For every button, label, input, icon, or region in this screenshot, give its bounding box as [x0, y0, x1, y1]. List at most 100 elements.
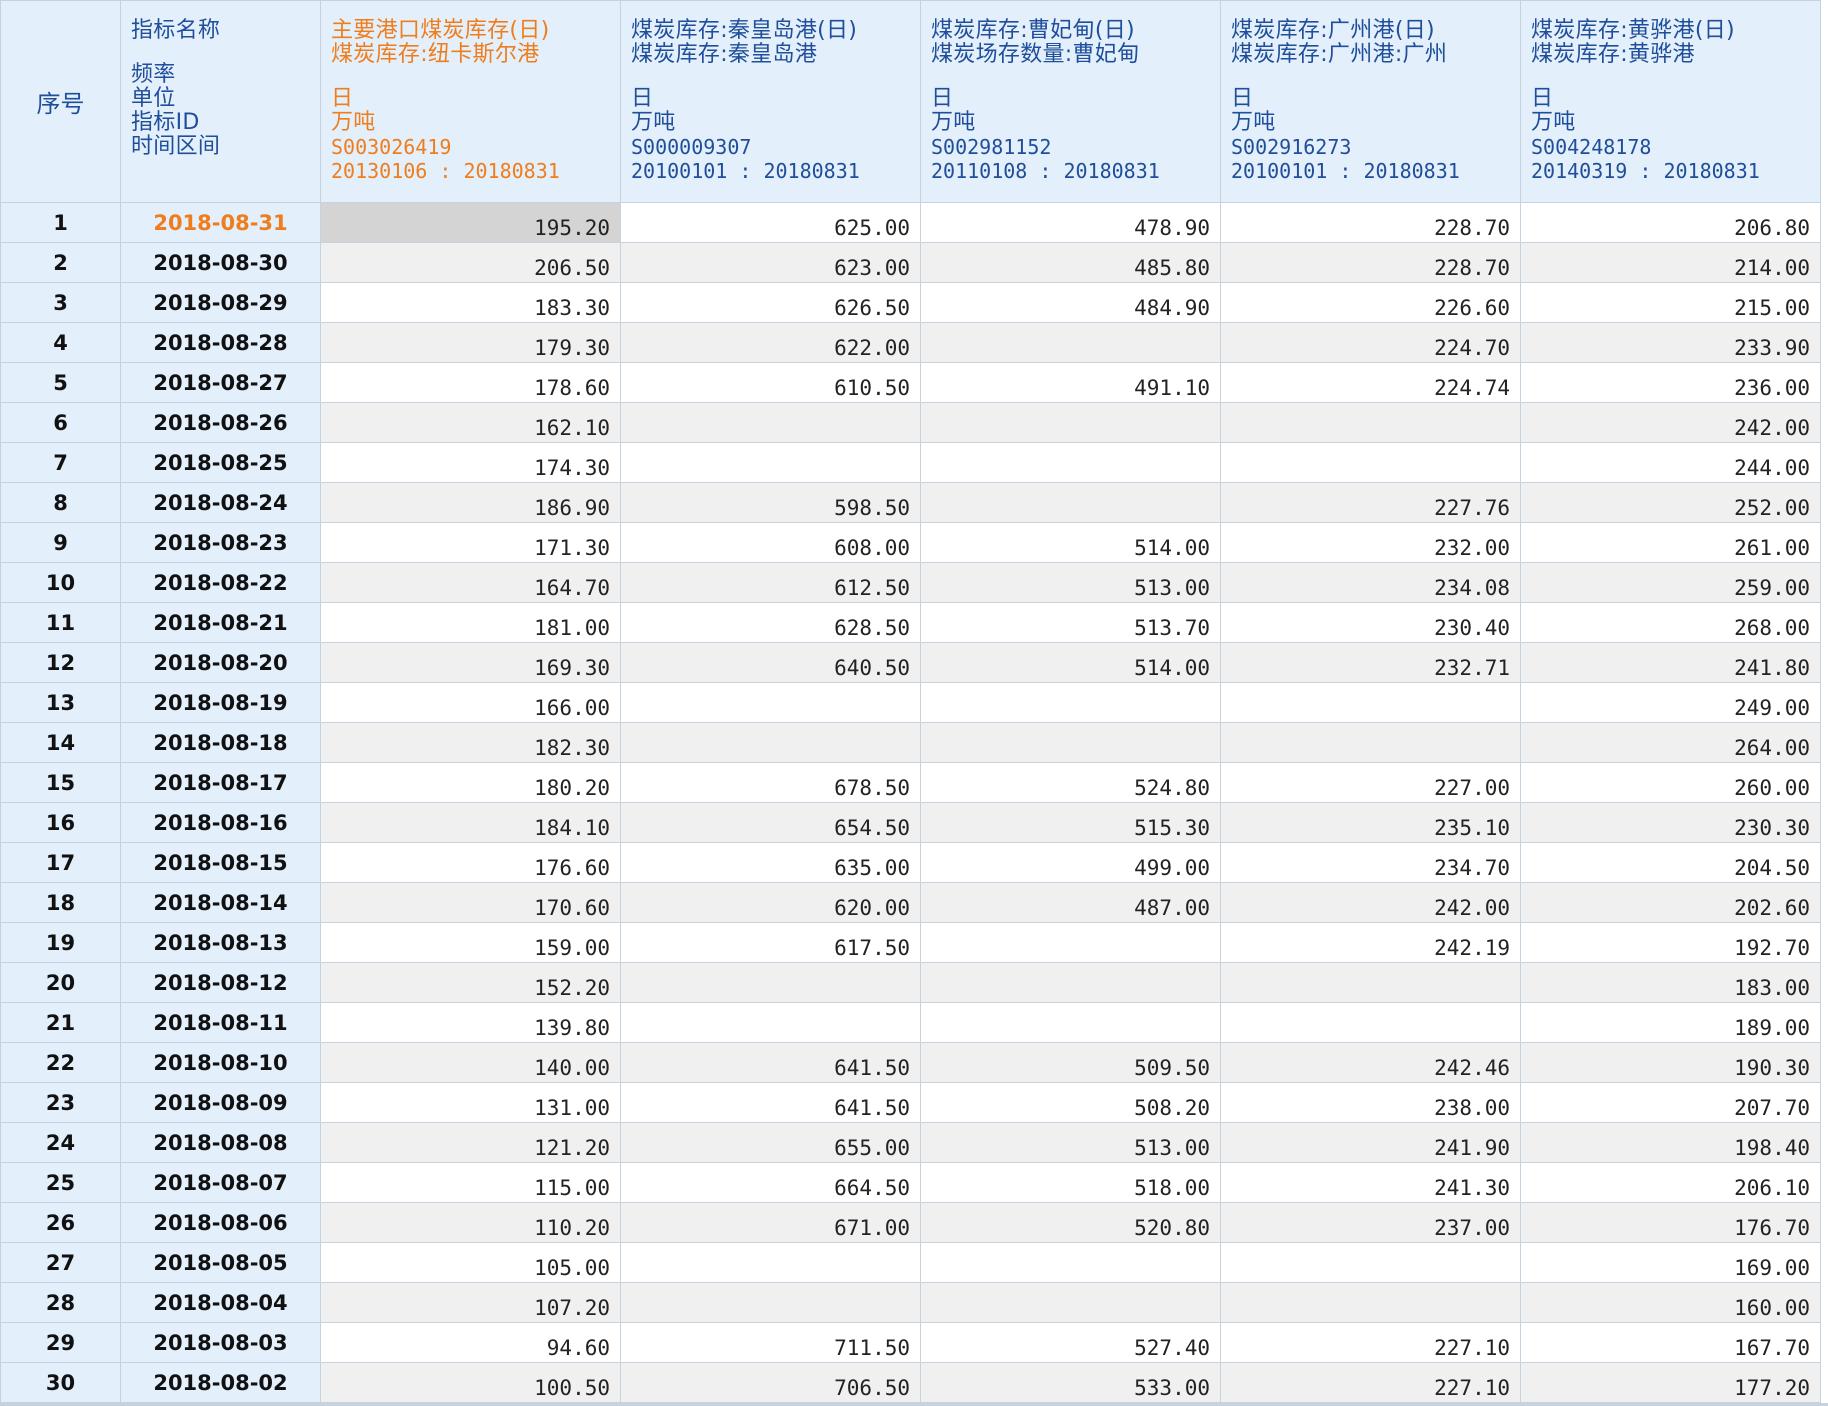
row-number-cell[interactable]: 30	[0, 1362, 121, 1403]
series-column-header[interactable]: 煤炭库存:曹妃甸(日) 煤炭场存数量:曹妃甸日万吨 S002981152 201101…	[920, 0, 1221, 203]
value-cell[interactable]: 640.50	[620, 642, 921, 683]
value-cell[interactable]: 227.10	[1220, 1322, 1521, 1363]
value-cell[interactable]: 140.00	[320, 1042, 621, 1083]
value-cell[interactable]: 533.00	[920, 1362, 1221, 1403]
row-number-cell[interactable]: 10	[0, 562, 121, 603]
table-row[interactable]: 6 2018-08-26 162.10 242.00	[0, 402, 1821, 443]
value-cell[interactable]: 160.00	[1520, 1282, 1821, 1323]
value-cell[interactable]: 195.20	[320, 202, 621, 243]
value-cell[interactable]: 107.20	[320, 1282, 621, 1323]
value-cell[interactable]: 625.00	[620, 202, 921, 243]
value-cell[interactable]: 139.80	[320, 1002, 621, 1043]
value-cell[interactable]: 186.90	[320, 482, 621, 523]
table-row[interactable]: 1 2018-08-31 195.20 625.00 478.90 228.70 206.8…	[0, 202, 1821, 243]
row-number-cell[interactable]: 18	[0, 882, 121, 923]
value-cell[interactable]: 238.00	[1220, 1082, 1521, 1123]
value-cell[interactable]: 608.00	[620, 522, 921, 563]
value-cell[interactable]: 491.10	[920, 362, 1221, 403]
row-number-cell[interactable]: 8	[0, 482, 121, 523]
value-cell[interactable]: 226.60	[1220, 282, 1521, 323]
table-row[interactable]: 23 2018-08-09 131.00 641.50 508.20 238.00 207.…	[0, 1082, 1821, 1123]
value-cell[interactable]: 678.50	[620, 762, 921, 803]
date-cell[interactable]: 2018-08-10	[120, 1042, 321, 1083]
table-row[interactable]: 10 2018-08-22 164.70 612.50 513.00 234.08 259.…	[0, 562, 1821, 603]
row-number-cell[interactable]: 14	[0, 722, 121, 763]
value-cell[interactable]: 100.50	[320, 1362, 621, 1403]
value-cell[interactable]	[620, 1282, 921, 1323]
date-cell[interactable]: 2018-08-18	[120, 722, 321, 763]
value-cell[interactable]	[920, 962, 1221, 1003]
value-cell[interactable]	[620, 1242, 921, 1283]
value-cell[interactable]: 204.50	[1520, 842, 1821, 883]
value-cell[interactable]: 260.00	[1520, 762, 1821, 803]
table-row[interactable]: 28 2018-08-04 107.20 160.00	[0, 1282, 1821, 1323]
row-number-cell[interactable]: 15	[0, 762, 121, 803]
value-cell[interactable]	[620, 682, 921, 723]
value-cell[interactable]: 230.30	[1520, 802, 1821, 843]
value-cell[interactable]: 513.00	[920, 1122, 1221, 1163]
date-cell[interactable]: 2018-08-24	[120, 482, 321, 523]
value-cell[interactable]: 228.70	[1220, 202, 1521, 243]
date-cell[interactable]: 2018-08-08	[120, 1122, 321, 1163]
value-cell[interactable]: 237.00	[1220, 1202, 1521, 1243]
value-cell[interactable]: 623.00	[620, 242, 921, 283]
table-row[interactable]: 21 2018-08-11 139.80 189.00	[0, 1002, 1821, 1043]
value-cell[interactable]: 131.00	[320, 1082, 621, 1123]
seq-column-header[interactable]: 序号	[0, 0, 121, 203]
date-cell[interactable]: 2018-08-31	[120, 202, 321, 243]
value-cell[interactable]: 635.00	[620, 842, 921, 883]
row-number-cell[interactable]: 16	[0, 802, 121, 843]
date-cell[interactable]: 2018-08-14	[120, 882, 321, 923]
value-cell[interactable]: 513.00	[920, 562, 1221, 603]
date-cell[interactable]: 2018-08-27	[120, 362, 321, 403]
table-row[interactable]: 15 2018-08-17 180.20 678.50 524.80 227.00 260.…	[0, 762, 1821, 803]
value-cell[interactable]: 115.00	[320, 1162, 621, 1203]
value-cell[interactable]: 641.50	[620, 1082, 921, 1123]
row-number-cell[interactable]: 11	[0, 602, 121, 643]
table-row[interactable]: 26 2018-08-06 110.20 671.00 520.80 237.00 176.…	[0, 1202, 1821, 1243]
row-number-cell[interactable]: 12	[0, 642, 121, 683]
date-cell[interactable]: 2018-08-12	[120, 962, 321, 1003]
table-row[interactable]: 14 2018-08-18 182.30 264.00	[0, 722, 1821, 763]
row-number-cell[interactable]: 21	[0, 1002, 121, 1043]
value-cell[interactable]: 235.10	[1220, 802, 1521, 843]
row-number-cell[interactable]: 3	[0, 282, 121, 323]
table-row[interactable]: 9 2018-08-23 171.30 608.00 514.00 232.00 261.0…	[0, 522, 1821, 563]
value-cell[interactable]: 232.00	[1220, 522, 1521, 563]
value-cell[interactable]: 706.50	[620, 1362, 921, 1403]
value-cell[interactable]	[920, 682, 1221, 723]
value-cell[interactable]: 259.00	[1520, 562, 1821, 603]
row-number-cell[interactable]: 13	[0, 682, 121, 723]
table-row[interactable]: 12 2018-08-20 169.30 640.50 514.00 232.71 241.…	[0, 642, 1821, 683]
value-cell[interactable]: 499.00	[920, 842, 1221, 883]
value-cell[interactable]: 264.00	[1520, 722, 1821, 763]
table-row[interactable]: 11 2018-08-21 181.00 628.50 513.70 230.40 268.…	[0, 602, 1821, 643]
value-cell[interactable]: 190.30	[1520, 1042, 1821, 1083]
date-cell[interactable]: 2018-08-25	[120, 442, 321, 483]
value-cell[interactable]: 164.70	[320, 562, 621, 603]
value-cell[interactable]: 620.00	[620, 882, 921, 923]
value-cell[interactable]: 230.40	[1220, 602, 1521, 643]
value-cell[interactable]: 242.00	[1520, 402, 1821, 443]
row-number-cell[interactable]: 26	[0, 1202, 121, 1243]
value-cell[interactable]: 610.50	[620, 362, 921, 403]
table-row[interactable]: 16 2018-08-16 184.10 654.50 515.30 235.10 230.…	[0, 802, 1821, 843]
date-cell[interactable]: 2018-08-07	[120, 1162, 321, 1203]
row-number-cell[interactable]: 4	[0, 322, 121, 363]
value-cell[interactable]	[1220, 962, 1521, 1003]
table-row[interactable]: 4 2018-08-28 179.30 622.00 224.70 233.90	[0, 322, 1821, 363]
row-number-cell[interactable]: 20	[0, 962, 121, 1003]
value-cell[interactable]: 617.50	[620, 922, 921, 963]
value-cell[interactable]: 228.70	[1220, 242, 1521, 283]
value-cell[interactable]: 176.60	[320, 842, 621, 883]
value-cell[interactable]	[620, 962, 921, 1003]
value-cell[interactable]: 485.80	[920, 242, 1221, 283]
row-number-cell[interactable]: 5	[0, 362, 121, 403]
value-cell[interactable]: 236.00	[1520, 362, 1821, 403]
value-cell[interactable]: 183.30	[320, 282, 621, 323]
value-cell[interactable]	[920, 482, 1221, 523]
table-row[interactable]: 29 2018-08-03 94.60 711.50 527.40 227.10 167.7…	[0, 1322, 1821, 1363]
value-cell[interactable]	[620, 722, 921, 763]
value-cell[interactable]: 110.20	[320, 1202, 621, 1243]
value-cell[interactable]	[1220, 442, 1521, 483]
